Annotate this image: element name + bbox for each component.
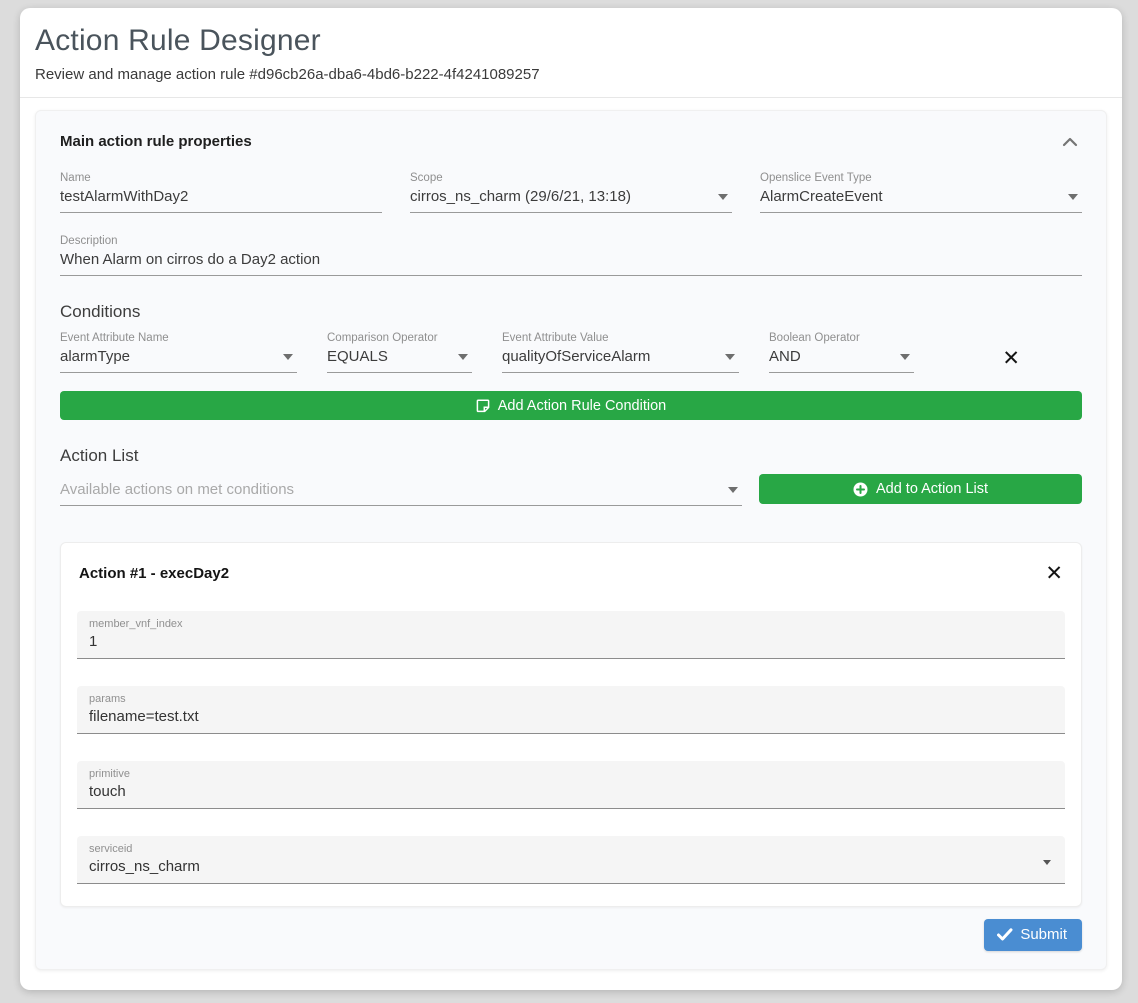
comparison-operator-value: EQUALS [327,348,472,365]
note-add-icon [476,399,490,413]
action-card: Action #1 - execDay2 ✕ member_vnf_index … [60,542,1082,907]
name-label: Name [60,172,382,184]
collapse-chevron-up-icon[interactable] [1058,135,1082,149]
dropdown-arrow-icon[interactable] [1068,194,1078,200]
condition-row: Event Attribute Name alarmType Compariso… [60,332,1082,373]
event-attribute-value-select[interactable]: Event Attribute Value qualityOfServiceAl… [502,332,739,373]
member-vnf-index-label: member_vnf_index [89,618,1053,630]
page-card: Action Rule Designer Review and manage a… [20,8,1122,990]
dropdown-arrow-icon[interactable] [728,487,738,493]
description-label: Description [60,235,1082,247]
dropdown-arrow-icon[interactable] [900,354,910,360]
add-condition-button[interactable]: Add Action Rule Condition [60,391,1082,420]
primitive-field[interactable]: primitive touch [77,761,1065,809]
remove-condition-button[interactable]: ✕ [1002,348,1020,369]
name-field[interactable]: Name testAlarmWithDay2 [60,172,382,213]
page-subtitle: Review and manage action rule #d96cb26a-… [35,66,1107,83]
add-condition-button-label: Add Action Rule Condition [498,398,666,414]
plus-circle-icon [853,482,868,497]
event-attribute-name-value: alarmType [60,348,297,365]
primitive-label: primitive [89,768,1053,780]
member-vnf-index-value: 1 [89,633,1053,650]
main-rule-card: Main action rule properties Name testAla… [35,110,1107,970]
page-header: Action Rule Designer Review and manage a… [20,8,1122,98]
description-field[interactable]: Description When Alarm on cirros do a Da… [60,235,1082,276]
dropdown-arrow-icon[interactable] [283,354,293,360]
primitive-value: touch [89,783,1053,800]
event-type-select[interactable]: Openslice Event Type AlarmCreateEvent [760,172,1082,213]
dropdown-arrow-icon[interactable] [458,354,468,360]
available-actions-select[interactable]: Available actions on met conditions [60,481,742,506]
serviceid-label: serviceid [89,843,1053,855]
comparison-operator-label: Comparison Operator [327,332,472,344]
page-title: Action Rule Designer [35,24,1107,58]
boolean-operator-value: AND [769,348,914,365]
conditions-heading: Conditions [60,302,1082,322]
dropdown-arrow-icon[interactable] [718,194,728,200]
name-value: testAlarmWithDay2 [60,188,382,205]
event-attribute-value-label: Event Attribute Value [502,332,739,344]
event-attribute-value-value: qualityOfServiceAlarm [502,348,739,365]
action-list-heading: Action List [60,446,1082,466]
check-icon [997,928,1013,941]
boolean-operator-select[interactable]: Boolean Operator AND [769,332,914,373]
dropdown-arrow-icon[interactable] [1043,860,1051,865]
action-card-title: Action #1 - execDay2 [79,565,229,582]
scope-value: cirros_ns_charm (29/6/21, 13:18) [410,188,732,205]
boolean-operator-label: Boolean Operator [769,332,914,344]
params-label: params [89,693,1053,705]
event-type-label: Openslice Event Type [760,172,1082,184]
submit-button[interactable]: Submit [984,919,1082,951]
comparison-operator-select[interactable]: Comparison Operator EQUALS [327,332,472,373]
add-to-action-list-button[interactable]: Add to Action List [759,474,1082,504]
remove-action-button[interactable]: ✕ [1045,563,1063,584]
event-type-value: AlarmCreateEvent [760,188,1082,205]
member-vnf-index-field[interactable]: member_vnf_index 1 [77,611,1065,659]
dropdown-arrow-icon[interactable] [725,354,735,360]
description-value: When Alarm on cirros do a Day2 action [60,251,1082,268]
add-to-action-list-button-label: Add to Action List [876,481,988,497]
submit-button-label: Submit [1020,926,1067,943]
serviceid-select[interactable]: serviceid cirros_ns_charm [77,836,1065,884]
params-field[interactable]: params filename=test.txt [77,686,1065,734]
main-card-title: Main action rule properties [60,133,252,150]
event-attribute-name-select[interactable]: Event Attribute Name alarmType [60,332,297,373]
scope-select[interactable]: Scope cirros_ns_charm (29/6/21, 13:18) [410,172,732,213]
event-attribute-name-label: Event Attribute Name [60,332,297,344]
params-value: filename=test.txt [89,708,1053,725]
available-actions-placeholder: Available actions on met conditions [60,481,742,498]
scope-label: Scope [410,172,732,184]
serviceid-value: cirros_ns_charm [89,858,1053,875]
